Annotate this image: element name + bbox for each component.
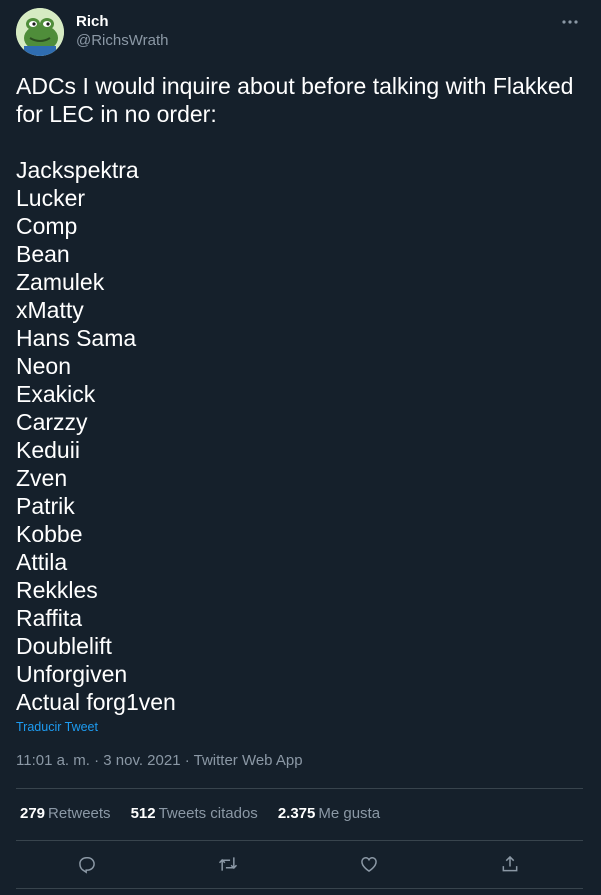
player-name: Actual forg1ven xyxy=(16,689,176,715)
player-name: Carzzy xyxy=(16,409,88,435)
tweet-header: Rich @RichsWrath xyxy=(16,8,585,56)
player-name: xMatty xyxy=(16,297,84,323)
translate-tweet-link[interactable]: Traducir Tweet xyxy=(16,720,98,734)
tweet-stats: 279 Retweets 512 Tweets citados 2.375 Me gu… xyxy=(20,805,400,822)
player-name: Comp xyxy=(16,213,78,239)
divider xyxy=(16,788,583,789)
likes-stat[interactable]: 2.375 Me gusta xyxy=(278,805,380,822)
user-handle[interactable]: @RichsWrath xyxy=(76,31,168,50)
display-name[interactable]: Rich xyxy=(76,12,168,31)
divider xyxy=(16,888,583,889)
tweet-timestamp[interactable]: 11:01 a. m. · 3 nov. 2021 · Twitter Web … xyxy=(16,752,303,769)
player-name: Doublelift xyxy=(16,633,112,659)
player-name: Bean xyxy=(16,241,70,267)
retweets-label: Retweets xyxy=(48,805,111,822)
avatar[interactable] xyxy=(16,8,64,56)
quote-tweets-count: 512 xyxy=(130,805,156,822)
likes-count: 2.375 xyxy=(277,805,316,822)
player-name: Rekkles xyxy=(16,577,98,603)
player-name: Hans Sama xyxy=(16,325,137,351)
more-horizontal-icon[interactable] xyxy=(555,10,585,34)
retweets-count: 279 xyxy=(20,805,46,822)
tweet-intro-line: for LEC in no order: xyxy=(16,101,217,127)
player-name: Zamulek xyxy=(16,269,105,295)
player-name: Unforgiven xyxy=(16,661,128,687)
likes-label: Me gusta xyxy=(318,805,381,822)
player-name: Keduii xyxy=(16,437,80,463)
user-info[interactable]: Rich @RichsWrath xyxy=(76,12,168,50)
tweet-actions xyxy=(16,848,585,880)
tweet-text: ADCs I would inquire about before talkin… xyxy=(16,72,586,716)
player-name: Raffita xyxy=(16,605,83,631)
divider xyxy=(16,840,583,841)
share-icon[interactable] xyxy=(492,848,528,880)
quote-tweets-label: Tweets citados xyxy=(158,805,258,822)
player-name: Attila xyxy=(16,549,68,575)
player-name: Zven xyxy=(16,465,68,491)
tweet-intro-line: ADCs I would inquire about before talkin… xyxy=(16,73,574,99)
player-name: Lucker xyxy=(16,185,86,211)
player-name: Patrik xyxy=(16,493,75,519)
player-name: Exakick xyxy=(16,381,96,407)
retweet-icon[interactable] xyxy=(210,848,246,880)
retweets-stat[interactable]: 279 Retweets xyxy=(20,805,111,822)
player-name: Neon xyxy=(16,353,71,379)
player-name: Kobbe xyxy=(16,521,83,547)
reply-icon[interactable] xyxy=(69,848,105,880)
player-name: Jackspektra xyxy=(16,157,139,183)
quote-tweets-stat[interactable]: 512 Tweets citados xyxy=(131,805,258,822)
heart-icon[interactable] xyxy=(351,848,387,880)
